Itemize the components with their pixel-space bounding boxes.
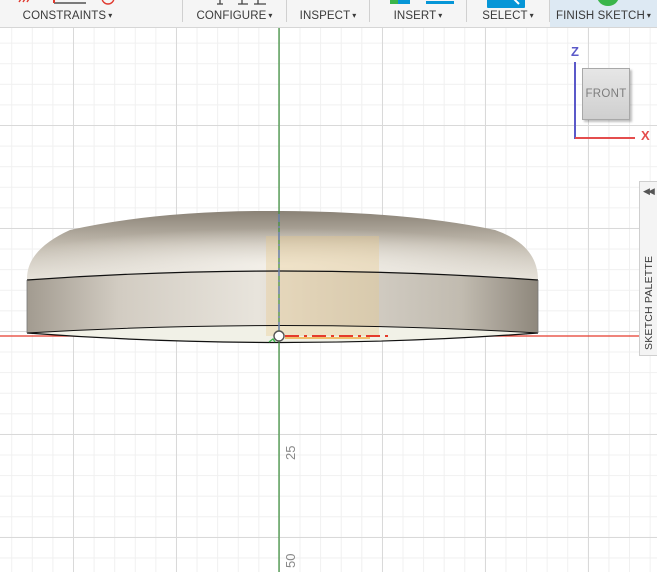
constraints-menu[interactable]: CONSTRAINTS ▾ bbox=[0, 0, 135, 27]
sketch-selection-box bbox=[266, 236, 379, 336]
origin-point[interactable] bbox=[273, 330, 285, 342]
collapse-icon[interactable]: ◀◀ bbox=[643, 186, 655, 197]
view-cube[interactable]: Z X FRONT bbox=[565, 44, 657, 154]
configure-menu[interactable]: CONFIGURE ▾ bbox=[183, 0, 286, 27]
insert-menu[interactable]: INSERT ▾ bbox=[370, 0, 466, 27]
finish-sketch-menu[interactable]: FINISH SKETCH ▾ bbox=[550, 0, 657, 27]
toolbar: CONSTRAINTS ▾ CONFIGURE ▾ INSPECT ▾ INSERT ▾… bbox=[0, 0, 657, 28]
z-axis-label: Z bbox=[571, 44, 579, 59]
ruler-label-50: 50 bbox=[283, 553, 298, 568]
scene-geometry bbox=[0, 28, 657, 572]
sketch-canvas[interactable]: 25 50 Z X FRONT ◀◀ SKETCH PALETTE bbox=[0, 28, 657, 572]
select-menu[interactable]: SELECT ▾ bbox=[467, 0, 549, 27]
x-axis-label: X bbox=[641, 128, 650, 143]
ruler-label-25: 25 bbox=[283, 445, 298, 460]
view-cube-front-face[interactable]: FRONT bbox=[582, 68, 630, 120]
sketch-palette-label: SKETCH PALETTE bbox=[643, 255, 655, 350]
finish-sketch-icon bbox=[597, 0, 619, 6]
inspect-menu[interactable]: INSPECT ▾ bbox=[287, 0, 369, 27]
sketch-palette-tab[interactable]: ◀◀ SKETCH PALETTE bbox=[639, 181, 657, 356]
